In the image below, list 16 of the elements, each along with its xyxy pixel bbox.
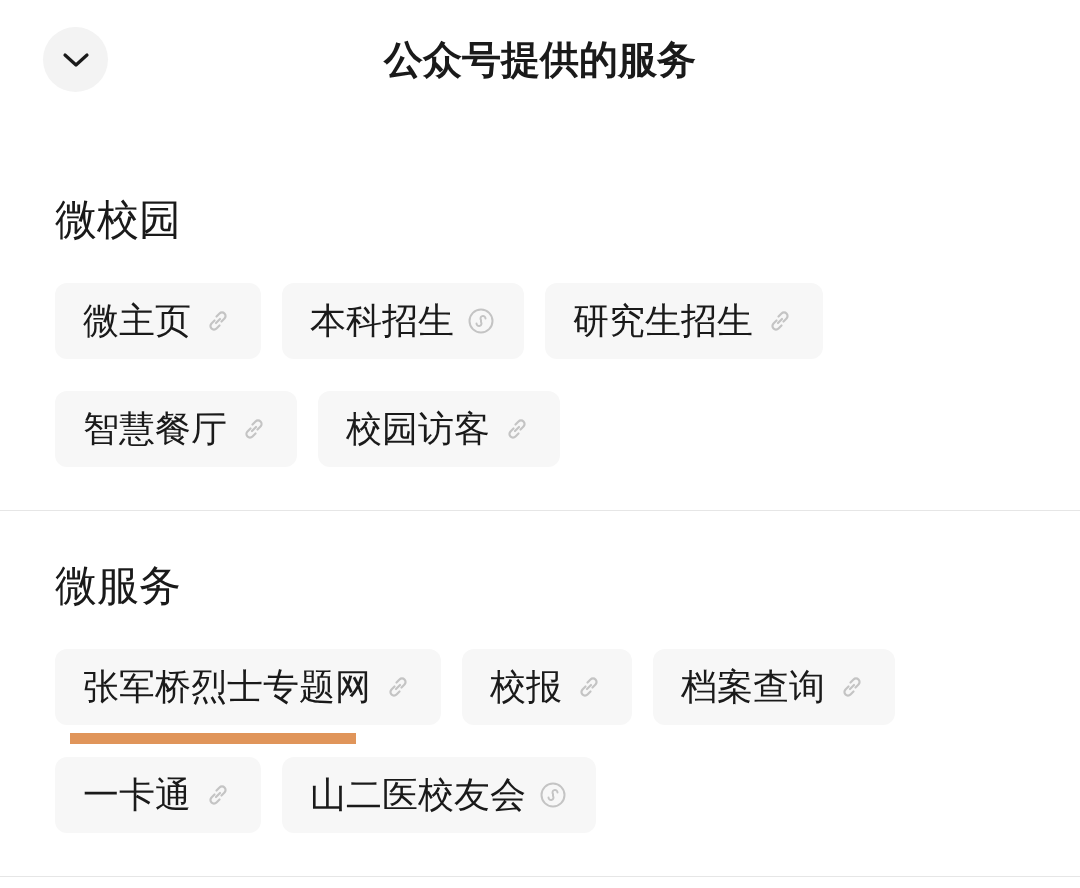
service-chip[interactable]: 研究生招生 — [545, 283, 823, 359]
chevron-down-icon — [61, 51, 90, 68]
service-chip[interactable]: 微主页 — [55, 283, 261, 359]
service-chip[interactable]: 档案查询 — [653, 649, 895, 725]
service-chip[interactable]: 校报 — [462, 649, 632, 725]
service-chip[interactable]: 本科招生 — [282, 283, 524, 359]
section-title: 微服务 — [55, 562, 181, 610]
mini-program-icon — [468, 308, 494, 334]
service-chip[interactable]: 一卡通 — [55, 757, 261, 833]
service-chip[interactable]: 校园访客 — [318, 391, 560, 467]
service-chip[interactable]: 张军桥烈士专题网 — [55, 649, 441, 725]
section-title: 微校园 — [55, 196, 181, 244]
service-chip[interactable]: 智慧餐厅 — [55, 391, 297, 467]
page-title: 公众号提供的服务 — [384, 36, 696, 84]
service-chip[interactable]: 山二医校友会 — [282, 757, 596, 833]
mini-program-icon — [540, 782, 566, 808]
